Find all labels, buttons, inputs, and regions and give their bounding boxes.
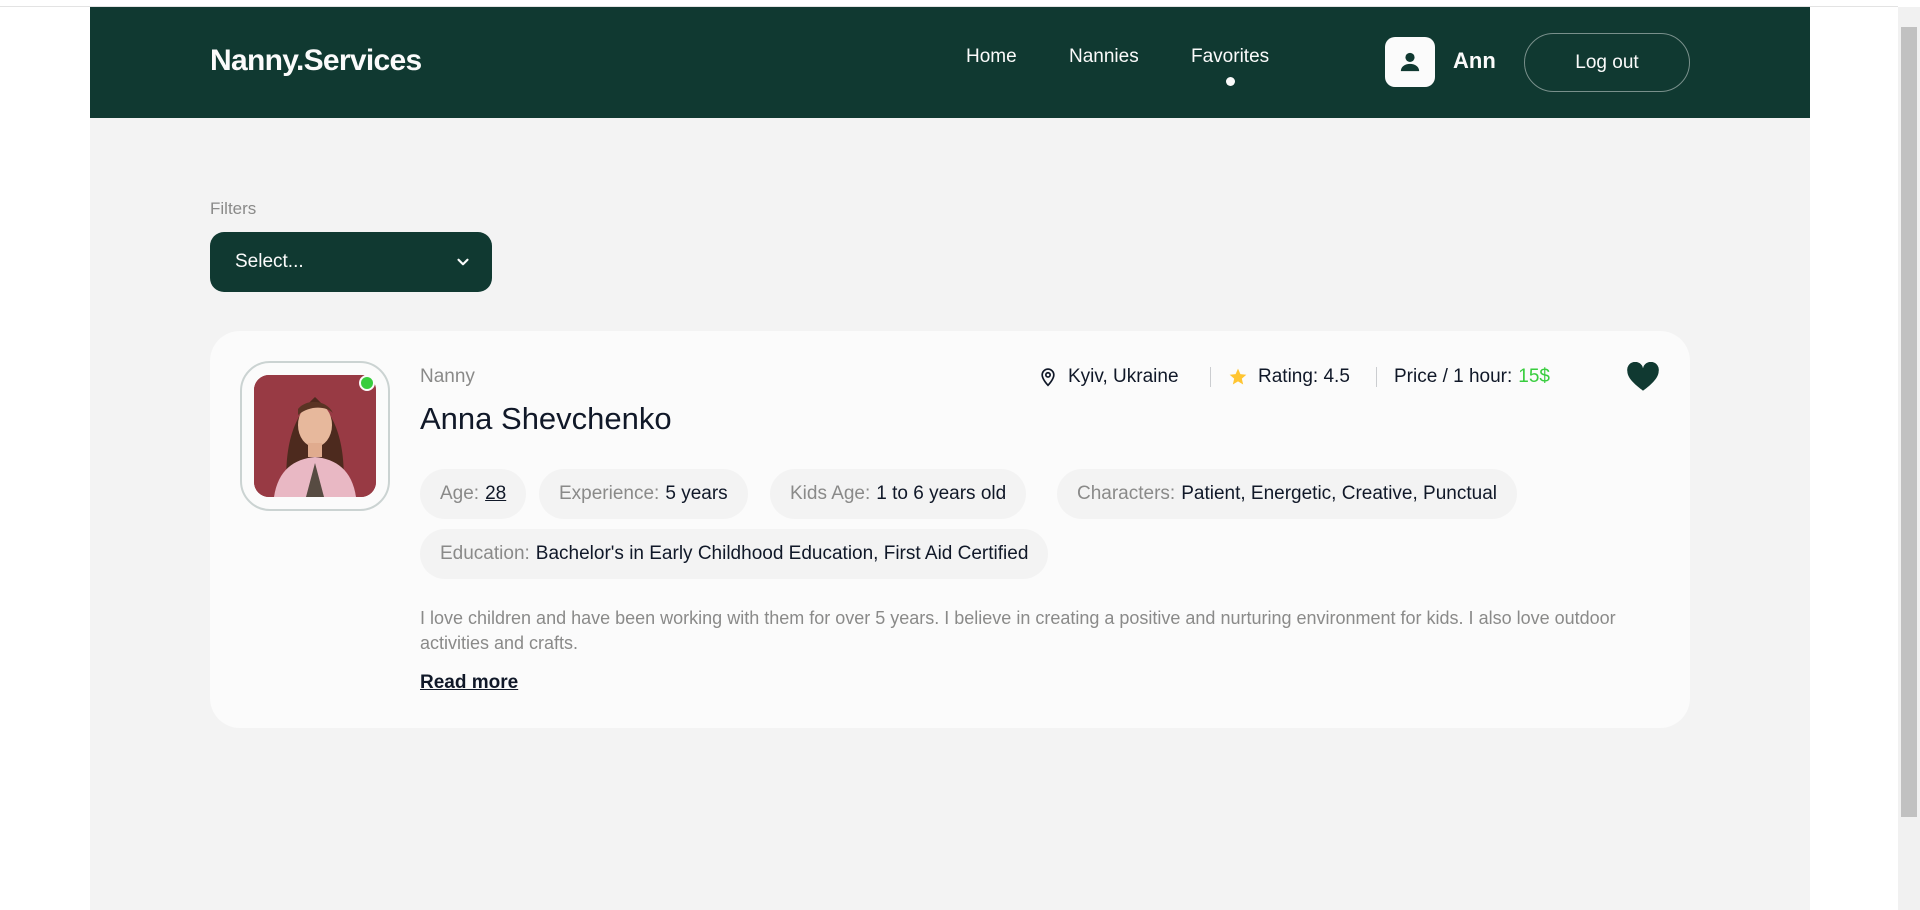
nanny-photo bbox=[254, 375, 376, 497]
chip-kids-age: Kids Age: 1 to 6 years old bbox=[770, 469, 1027, 519]
nanny-card: Nanny Anna Shevchenko Kyiv, Ukraine Rati… bbox=[210, 331, 1690, 728]
nanny-description: I love children and have been working wi… bbox=[420, 608, 1616, 653]
nanny-role: Nanny bbox=[420, 366, 475, 387]
online-status-dot bbox=[359, 375, 375, 391]
chip-experience-value: 5 years bbox=[665, 483, 728, 504]
chip-education-value: Bachelor's in Early Childhood Education,… bbox=[535, 543, 1029, 564]
price-label: Price / 1 hour: bbox=[1394, 366, 1513, 387]
chip-age-value: 28 bbox=[485, 483, 507, 504]
scrollbar-thumb[interactable] bbox=[1901, 27, 1917, 817]
chip-age-key: Age: bbox=[440, 483, 480, 504]
page: Nanny.Services Home Nannies Favorites An… bbox=[90, 7, 1810, 910]
filters-select-value: Select... bbox=[235, 251, 304, 272]
price: Price / 1 hour: 15$ bbox=[1394, 366, 1550, 388]
user-avatar bbox=[1385, 37, 1435, 87]
user-name: Ann bbox=[1453, 48, 1496, 73]
chip-age: Age: 28 bbox=[420, 469, 527, 519]
chip-kids-age-key: Kids Age: bbox=[790, 483, 871, 504]
user-icon bbox=[1400, 52, 1420, 72]
map-pin-icon bbox=[1041, 368, 1055, 387]
chip-experience: Experience: 5 years bbox=[539, 469, 748, 519]
chevron-down-icon bbox=[457, 258, 469, 266]
logout-button[interactable]: Log out bbox=[1524, 33, 1690, 92]
chip-characters: Characters: Patient, Energetic, Creative… bbox=[1057, 469, 1517, 519]
read-more-link[interactable]: Read more bbox=[420, 672, 518, 694]
nav-favorites[interactable]: Favorites bbox=[1191, 46, 1269, 68]
site-header: Nanny.Services Home Nannies Favorites An… bbox=[90, 7, 1810, 118]
chip-characters-value: Patient, Energetic, Creative, Punctual bbox=[1181, 483, 1497, 504]
chip-kids-age-value: 1 to 6 years old bbox=[876, 483, 1007, 504]
scrollbar[interactable] bbox=[1898, 7, 1920, 910]
rating-text: Rating: 4.5 bbox=[1258, 366, 1350, 387]
meta-divider bbox=[1376, 367, 1377, 387]
heart-icon[interactable] bbox=[1626, 362, 1660, 392]
filters-label: Filters bbox=[210, 199, 257, 218]
chip-experience-key: Experience: bbox=[559, 483, 660, 504]
star-icon bbox=[1229, 368, 1247, 385]
chip-education-key: Education: bbox=[440, 543, 530, 564]
location: Kyiv, Ukraine bbox=[1038, 366, 1179, 388]
filters-select[interactable]: Select... bbox=[210, 232, 492, 292]
location-text: Kyiv, Ukraine bbox=[1068, 366, 1179, 387]
price-value: 15$ bbox=[1518, 366, 1550, 387]
nanny-portrait bbox=[254, 375, 376, 497]
nav-nannies[interactable]: Nannies bbox=[1069, 46, 1139, 68]
logo[interactable]: Nanny.Services bbox=[210, 44, 422, 78]
chip-education: Education: Bachelor's in Early Childhood… bbox=[420, 529, 1049, 579]
nav-home[interactable]: Home bbox=[966, 46, 1017, 68]
active-nav-indicator bbox=[1226, 77, 1235, 86]
chip-characters-key: Characters: bbox=[1077, 483, 1176, 504]
rating: Rating: 4.5 bbox=[1228, 366, 1350, 388]
nanny-name: Anna Shevchenko bbox=[420, 401, 672, 436]
meta-divider bbox=[1210, 367, 1211, 387]
nanny-photo-frame bbox=[240, 361, 390, 511]
